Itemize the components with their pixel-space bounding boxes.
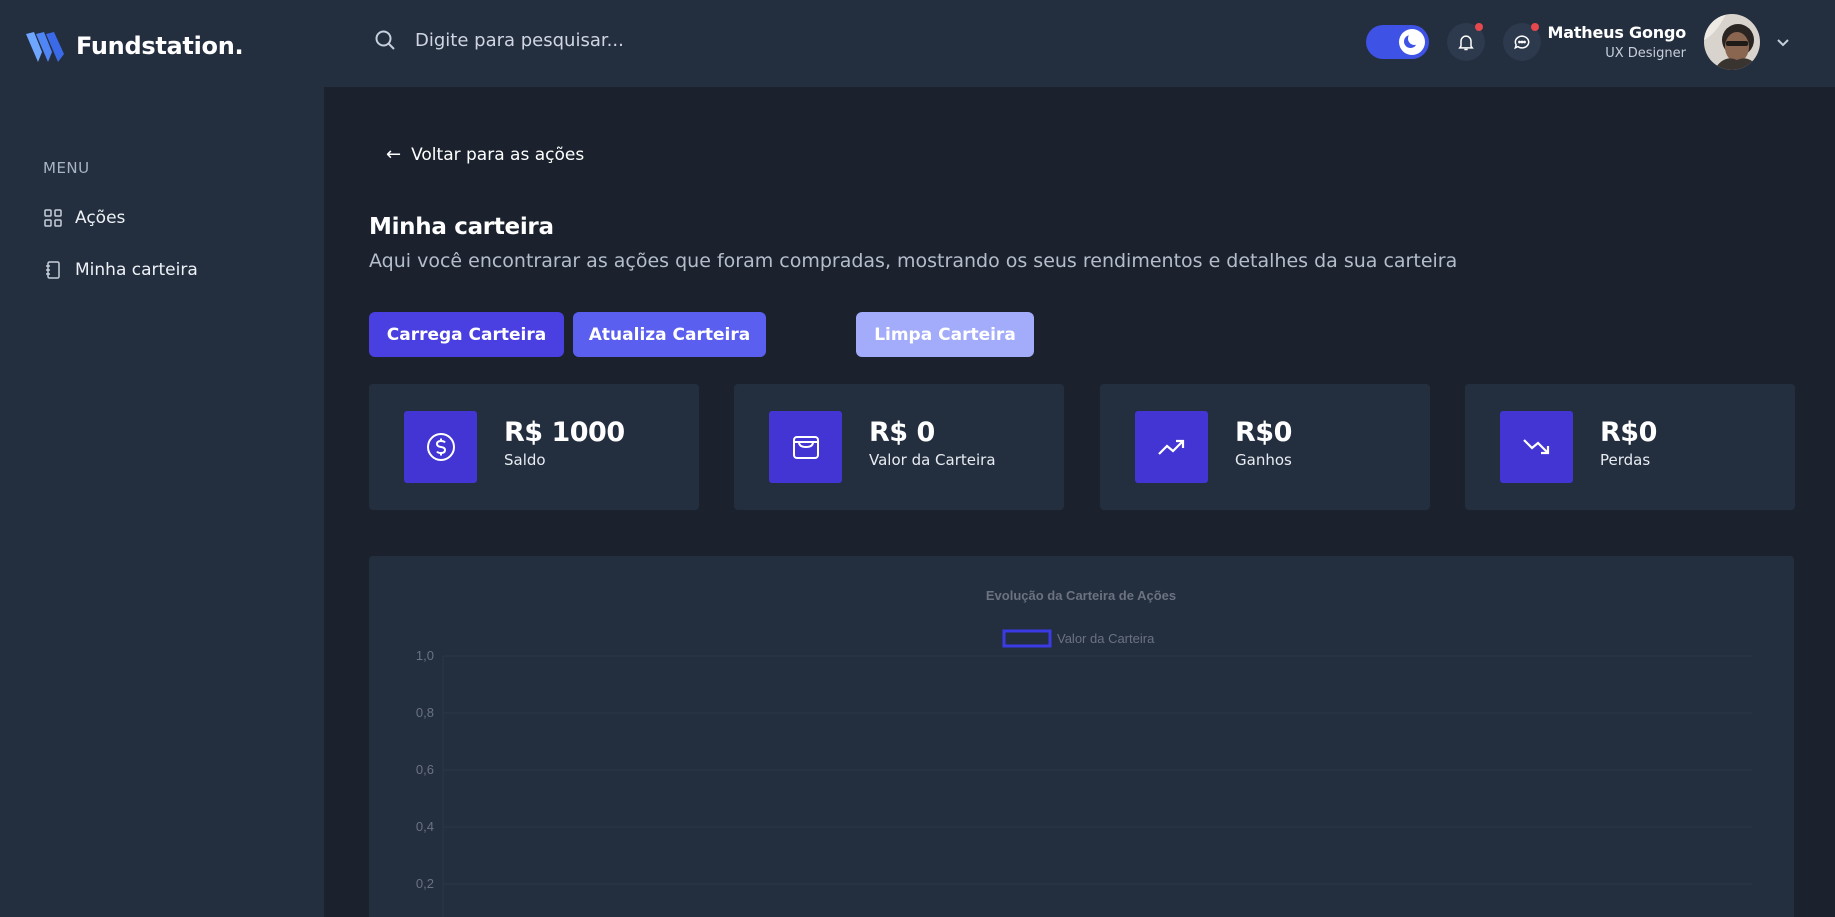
y-tick-label: 0,6	[416, 762, 434, 777]
y-tick-label: 1,0	[416, 648, 434, 663]
trending-up-icon	[1157, 439, 1184, 455]
dollar-circle-icon	[426, 433, 455, 461]
logo-icon	[26, 32, 64, 62]
top-header: Fundstation. Matheus Gongo UX Designer	[0, 0, 1835, 87]
stat-value: R$ 0	[869, 417, 935, 448]
logo[interactable]: Fundstation.	[24, 28, 244, 64]
legend-swatch	[1002, 629, 1052, 648]
legend-label: Valor da Carteira	[1057, 631, 1155, 646]
notification-dot	[1475, 23, 1483, 31]
stat-label: Perdas	[1600, 451, 1651, 469]
sidebar-item-minha-carteira[interactable]: Minha carteira	[43, 260, 198, 280]
clear-wallet-button[interactable]: Limpa Carteira	[856, 312, 1034, 357]
stat-label: Valor da Carteira	[869, 451, 996, 469]
message-dot	[1531, 23, 1539, 31]
stat-icon-box	[1500, 411, 1573, 483]
chart-title: Evolução da Carteira de Ações	[986, 588, 1176, 603]
sidebar-item-acoes[interactable]: Ações	[43, 208, 125, 228]
back-link[interactable]: ← Voltar para as ações	[386, 144, 584, 165]
stat-label: Saldo	[504, 451, 546, 469]
load-wallet-button[interactable]: Carrega Carteira	[369, 312, 564, 357]
stat-card-valor-carteira: R$ 0 Valor da Carteira	[734, 384, 1064, 510]
stat-value: R$ 1000	[504, 417, 625, 448]
chat-icon	[1514, 35, 1530, 50]
user-role: UX Designer	[1605, 46, 1686, 61]
page-title: Minha carteira	[369, 214, 554, 240]
notebook-icon	[46, 261, 60, 279]
avatar-image	[1704, 14, 1760, 70]
grid-icon	[44, 209, 62, 227]
stat-value: R$0	[1235, 417, 1292, 448]
search-icon	[375, 30, 395, 50]
menu-label: MENU	[43, 159, 90, 177]
sidebar-item-label: Ações	[75, 208, 126, 228]
sidebar: MENU Ações Minha carteira	[0, 87, 324, 917]
messages-button[interactable]	[1503, 23, 1541, 61]
stat-card-perdas: R$0 Perdas	[1465, 384, 1795, 510]
bell-icon	[1458, 35, 1474, 51]
stat-card-saldo: R$ 1000 Saldo	[369, 384, 699, 510]
user-info[interactable]: Matheus Gongo UX Designer	[1547, 23, 1687, 61]
stat-value: R$0	[1600, 417, 1657, 448]
search-input[interactable]	[415, 29, 835, 51]
trending-down-icon	[1522, 439, 1549, 455]
app-name: Fundstation.	[76, 32, 244, 60]
avatar[interactable]	[1704, 14, 1760, 70]
y-tick-label: 0,4	[416, 819, 434, 834]
search-bar	[373, 28, 835, 52]
moon-icon	[1399, 29, 1425, 55]
notifications-button[interactable]	[1447, 23, 1485, 61]
chevron-down-icon[interactable]	[1773, 32, 1793, 52]
portfolio-chart: Evolução da Carteira de Ações Valor da Ca…	[416, 588, 1752, 917]
arrow-left-icon: ←	[386, 144, 402, 165]
stat-icon-box	[769, 411, 842, 483]
sidebar-item-label: Minha carteira	[75, 260, 198, 280]
wallet-icon	[792, 436, 819, 459]
chart-card: Evolução da Carteira de Ações Valor da Ca…	[369, 556, 1794, 917]
stat-label: Ganhos	[1235, 451, 1292, 469]
back-link-label: Voltar para as ações	[411, 144, 585, 165]
user-name: Matheus Gongo	[1547, 23, 1687, 42]
stat-card-ganhos: R$0 Ganhos	[1100, 384, 1430, 510]
page-subtitle: Aqui você encontrarar as ações que foram…	[369, 250, 1458, 272]
stat-icon-box	[1135, 411, 1208, 483]
theme-toggle[interactable]	[1366, 25, 1429, 59]
y-tick-label: 0,2	[416, 876, 434, 891]
update-wallet-button[interactable]: Atualiza Carteira	[573, 312, 766, 357]
stat-icon-box	[404, 411, 477, 483]
y-tick-label: 0,8	[416, 705, 434, 720]
